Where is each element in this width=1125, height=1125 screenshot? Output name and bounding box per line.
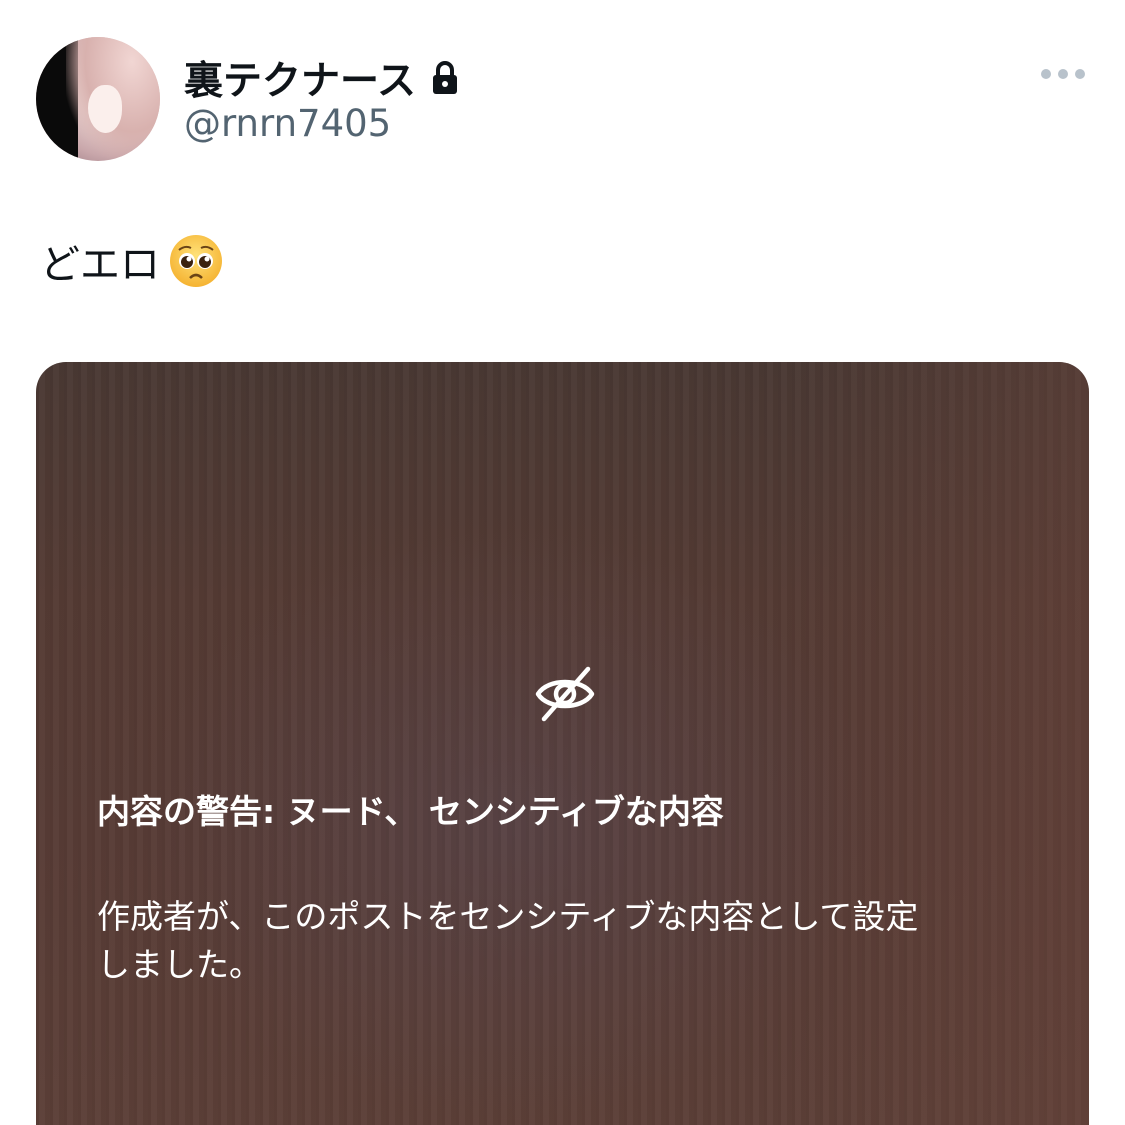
dot — [1041, 69, 1051, 79]
display-name-row[interactable]: 裏テクナース — [184, 50, 460, 106]
sensitive-media-card[interactable] — [36, 362, 1089, 1125]
media-tint — [789, 362, 1089, 1125]
eye-off-icon — [535, 666, 595, 722]
pleading-face-emoji — [170, 235, 222, 287]
description-line: 作成者が、このポストをセンシティブな内容として設定 — [97, 897, 919, 936]
dot — [1075, 69, 1085, 79]
content-warning-title: 内容の警告: ヌード、 センシティブな内容 — [97, 792, 724, 831]
user-handle[interactable]: @rnrn7405 — [184, 102, 391, 145]
post-card: 裏テクナース @rnrn7405 どエロ 内容の警告: ヌード、 センシティブな… — [0, 0, 1125, 1125]
description-line: しました。 — [97, 945, 262, 984]
avatar-face — [88, 85, 122, 133]
more-dots-icon[interactable] — [1041, 62, 1085, 86]
content-warning-description: 作成者が、このポストをセンシティブな内容として設定 しました。 — [97, 893, 1057, 989]
post-text-row: どエロ — [40, 232, 224, 290]
avatar[interactable] — [36, 37, 160, 161]
dot — [1058, 69, 1068, 79]
post-text: どエロ — [40, 242, 160, 288]
lock-icon — [433, 61, 458, 94]
display-name[interactable]: 裏テクナース — [184, 50, 416, 106]
